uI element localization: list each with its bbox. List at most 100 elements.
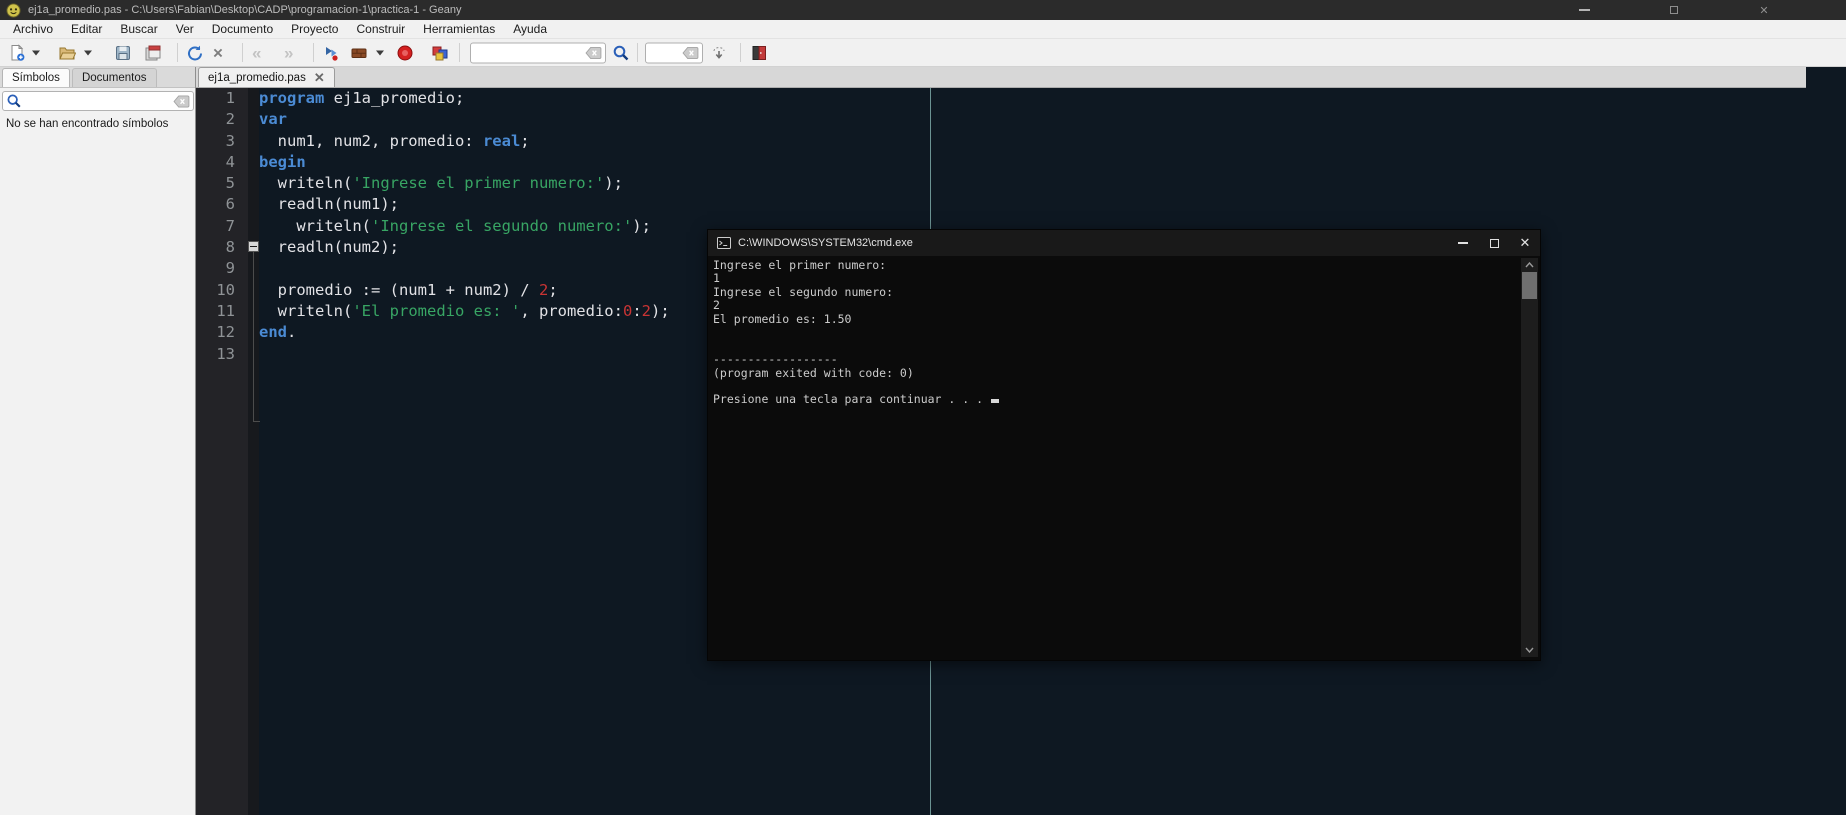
build-dropdown[interactable] (376, 50, 384, 55)
symbol-filter-input[interactable] (22, 95, 173, 107)
close-button[interactable]: ✕ (1750, 0, 1778, 20)
code-token[interactable]: , promedio: (520, 302, 623, 320)
maximize-button[interactable] (1660, 0, 1688, 20)
quit-button[interactable] (750, 44, 768, 62)
menu-ver[interactable]: Ver (167, 20, 203, 39)
cmd-maximize-button[interactable] (1479, 230, 1509, 256)
code-token[interactable]: 0 (623, 302, 632, 320)
line-number[interactable]: 10 (196, 280, 248, 301)
cmd-window[interactable]: C:\WINDOWS\SYSTEM32\cmd.exe ✕ Ingrese el… (707, 229, 1541, 661)
cmd-close-button[interactable]: ✕ (1510, 230, 1540, 256)
minimize-button[interactable] (1570, 0, 1598, 20)
build-button[interactable] (350, 44, 368, 62)
code-token[interactable]: ); (632, 217, 651, 235)
fold-collapse-icon[interactable] (248, 241, 259, 252)
clear-icon[interactable] (173, 94, 190, 108)
navigate-back-button[interactable]: « (252, 44, 261, 61)
line-number[interactable]: 4 (196, 152, 248, 173)
code-token[interactable]: num1, num2, promedio: (259, 132, 483, 150)
code-text[interactable]: program ej1a_promedio; (259, 88, 464, 109)
cmd-titlebar[interactable]: C:\WINDOWS\SYSTEM32\cmd.exe ✕ (708, 230, 1540, 256)
goto-line-input[interactable] (649, 46, 682, 59)
search-button[interactable] (612, 44, 630, 62)
code-token[interactable]: ); (651, 302, 670, 320)
code-text[interactable]: promedio := (num1 + num2) / 2; (259, 280, 558, 301)
new-file-button[interactable] (8, 43, 26, 62)
run-button[interactable] (396, 44, 414, 62)
clear-icon[interactable] (682, 46, 699, 59)
line-number[interactable]: 1 (196, 88, 248, 109)
code-text[interactable]: writeln('Ingrese el primer numero:'); (259, 173, 623, 194)
code-line[interactable]: 6 readln(num1); (196, 194, 1846, 215)
toolbar-search-entry[interactable] (470, 42, 606, 63)
line-number[interactable]: 3 (196, 131, 248, 152)
code-token[interactable]: writeln( (259, 217, 371, 235)
code-token[interactable]: real (483, 132, 520, 150)
code-text[interactable]: writeln('Ingrese el segundo numero:'); (259, 216, 651, 237)
line-number[interactable]: 5 (196, 173, 248, 194)
code-token[interactable]: 'Ingrese el primer numero:' (352, 174, 604, 192)
code-text[interactable]: writeln('El promedio es: ', promedio:0:2… (259, 301, 670, 322)
code-token[interactable]: . (287, 323, 296, 341)
scroll-down-icon[interactable] (1521, 645, 1538, 655)
geany-titlebar[interactable]: ej1a_promedio.pas - C:\Users\Fabian\Desk… (0, 0, 1846, 20)
revert-button[interactable] (186, 44, 204, 62)
code-line[interactable]: 5 writeln('Ingrese el primer numero:'); (196, 173, 1846, 194)
code-token[interactable]: begin (259, 153, 306, 171)
code-token[interactable]: writeln( (259, 174, 353, 192)
line-number[interactable]: 8 (196, 237, 248, 258)
code-token[interactable]: 2 (642, 302, 651, 320)
code-token[interactable]: var (259, 110, 287, 128)
code-token[interactable]: readln(num2); (259, 238, 399, 256)
navigate-forward-button[interactable]: » (284, 44, 293, 61)
search-input[interactable] (474, 46, 585, 59)
code-text[interactable]: readln(num2); (259, 237, 399, 258)
code-text[interactable]: num1, num2, promedio: real; (259, 131, 530, 152)
color-chooser-button[interactable] (431, 44, 449, 62)
code-token[interactable]: writeln( (259, 302, 353, 320)
menu-ayuda[interactable]: Ayuda (504, 20, 556, 39)
jump-to-line-button[interactable] (710, 44, 728, 62)
code-token[interactable]: program (259, 89, 324, 107)
menu-documento[interactable]: Documento (203, 20, 282, 39)
code-text[interactable]: begin (259, 152, 306, 173)
open-file-dropdown[interactable] (84, 50, 92, 55)
code-line[interactable]: 3 num1, num2, promedio: real; (196, 131, 1846, 152)
symbol-filter-entry[interactable] (2, 91, 194, 111)
code-token[interactable]: : (632, 302, 641, 320)
save-all-button[interactable] (144, 44, 162, 62)
code-token[interactable]: end (259, 323, 287, 341)
code-token[interactable]: promedio := (num1 + num2) / (259, 281, 539, 299)
line-number[interactable]: 9 (196, 258, 248, 279)
code-token[interactable]: 2 (539, 281, 548, 299)
line-number[interactable]: 12 (196, 322, 248, 343)
code-text[interactable]: var (259, 109, 287, 130)
save-button[interactable] (114, 44, 132, 62)
menu-proyecto[interactable]: Proyecto (282, 20, 347, 39)
editor-tab[interactable]: ej1a_promedio.pas ✕ (198, 67, 335, 87)
code-text[interactable]: readln(num1); (259, 194, 399, 215)
open-file-button[interactable] (58, 44, 76, 62)
code-line[interactable]: 1 program ej1a_promedio; (196, 88, 1846, 109)
scrollbar-thumb[interactable] (1522, 272, 1537, 299)
clear-icon[interactable] (585, 46, 602, 59)
close-document-button[interactable]: × (213, 44, 223, 61)
tab-documentos[interactable]: Documentos (71, 68, 157, 87)
new-file-dropdown[interactable] (32, 50, 40, 55)
tab-simbolos[interactable]: Símbolos (2, 68, 70, 87)
line-number[interactable]: 6 (196, 194, 248, 215)
code-token[interactable]: 'Ingrese el segundo numero:' (371, 217, 632, 235)
line-number[interactable]: 7 (196, 216, 248, 237)
menu-herramientas[interactable]: Herramientas (414, 20, 504, 39)
line-number[interactable]: 11 (196, 301, 248, 322)
line-number[interactable]: 13 (196, 344, 248, 365)
line-number[interactable]: 2 (196, 109, 248, 130)
code-token[interactable]: ; (548, 281, 557, 299)
code-text[interactable]: end. (259, 322, 296, 343)
menu-buscar[interactable]: Buscar (111, 20, 166, 39)
code-token[interactable]: 'El promedio es: ' (352, 302, 520, 320)
goto-line-entry[interactable] (645, 42, 703, 63)
code-token[interactable]: ); (604, 174, 623, 192)
cmd-minimize-button[interactable] (1448, 230, 1478, 256)
code-token[interactable]: readln(num1); (259, 195, 399, 213)
